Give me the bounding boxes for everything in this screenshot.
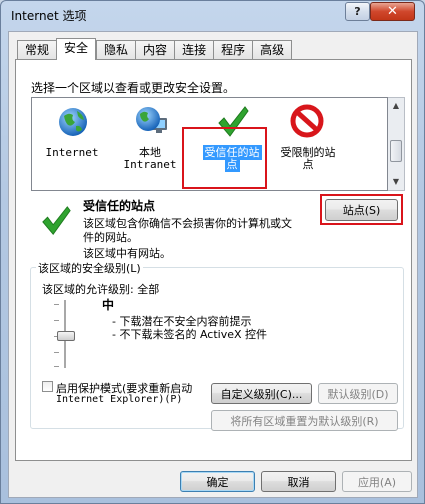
title-bar[interactable]: Internet 选项 ? ✕: [1, 1, 424, 29]
default-level-button[interactable]: 默认级别(D): [318, 383, 398, 404]
close-button[interactable]: ✕: [370, 2, 415, 21]
tab-connections[interactable]: 连接: [174, 40, 214, 60]
security-level-group-label: 该区域的安全级别(L): [36, 260, 143, 276]
slider-tick: [54, 352, 59, 353]
zone-intranet-label: 本地 Intranet: [123, 146, 177, 171]
zone-prompt: 选择一个区域以查看或更改安全设置。: [31, 81, 236, 95]
zone-list-scrollbar[interactable]: ▲ ▼: [388, 97, 405, 191]
selected-zone-title: 受信任的站点: [83, 199, 156, 213]
dialog-client-area: 常规 安全 隐私 内容 连接 程序 高级 选择一个区域以查看或更改安全设置。 I…: [8, 31, 418, 498]
protected-mode-checkbox[interactable]: [42, 381, 53, 392]
zone-has-sites-text: 该区域中有网站。: [83, 247, 171, 260]
trusted-zone-highlight: [182, 127, 267, 189]
tab-programs[interactable]: 程序: [213, 40, 253, 60]
zone-description-line2: 件的网站。: [83, 231, 138, 244]
custom-level-button[interactable]: 自定义级别(C)...: [211, 383, 312, 404]
slider-thumb[interactable]: [57, 331, 75, 341]
zone-restricted-sites[interactable]: 受限制的站 点: [268, 102, 348, 188]
window-title: Internet 选项: [11, 9, 87, 23]
zone-local-intranet[interactable]: 本地 Intranet: [110, 102, 190, 188]
slider-tick: [54, 320, 59, 321]
scroll-down-arrow-icon[interactable]: ▼: [389, 175, 403, 189]
tab-advanced[interactable]: 高级: [252, 40, 293, 60]
security-tab-panel: 选择一个区域以查看或更改安全设置。 Internet 本地 Intranet 受…: [15, 59, 412, 461]
scroll-thumb[interactable]: [390, 140, 402, 162]
tab-general[interactable]: 常规: [17, 40, 57, 60]
protected-mode-label-line2: Internet Explorer)(P): [56, 394, 183, 405]
tab-strip: 常规 安全 隐私 内容 连接 程序 高级: [17, 38, 293, 60]
security-level-slider[interactable]: [52, 300, 78, 368]
intranet-globe-icon: [136, 107, 167, 133]
slider-tick: [54, 304, 59, 305]
security-level-name: 中: [102, 298, 115, 312]
reset-all-zones-button[interactable]: 将所有区域重置为默认级别(R): [211, 410, 398, 431]
zone-internet[interactable]: Internet: [32, 102, 112, 188]
tab-content[interactable]: 内容: [135, 40, 175, 60]
tab-privacy[interactable]: 隐私: [96, 40, 136, 60]
help-button[interactable]: ?: [345, 2, 370, 21]
restricted-icon: [290, 104, 324, 138]
ok-button[interactable]: 确定: [180, 471, 255, 492]
zone-restricted-label: 受限制的站 点: [280, 146, 336, 171]
large-checkmark-icon: [42, 206, 71, 235]
tab-security[interactable]: 安全: [56, 38, 97, 60]
scroll-up-arrow-icon[interactable]: ▲: [389, 99, 403, 113]
zone-internet-label: Internet: [45, 146, 99, 159]
cancel-button[interactable]: 取消: [261, 471, 336, 492]
apply-button[interactable]: 应用(A): [342, 471, 412, 492]
allowed-level-label: 该区域的允许级别: 全部: [42, 283, 160, 296]
internet-options-window: Internet 选项 ? ✕ 常规 安全 隐私 内容 连接 程序 高级 选择一…: [0, 0, 425, 504]
slider-tick: [54, 366, 59, 367]
globe-icon: [59, 108, 87, 136]
level-bullet-2: - 不下载未签名的 ActiveX 控件: [112, 328, 268, 341]
sites-button-highlight: [320, 194, 403, 225]
